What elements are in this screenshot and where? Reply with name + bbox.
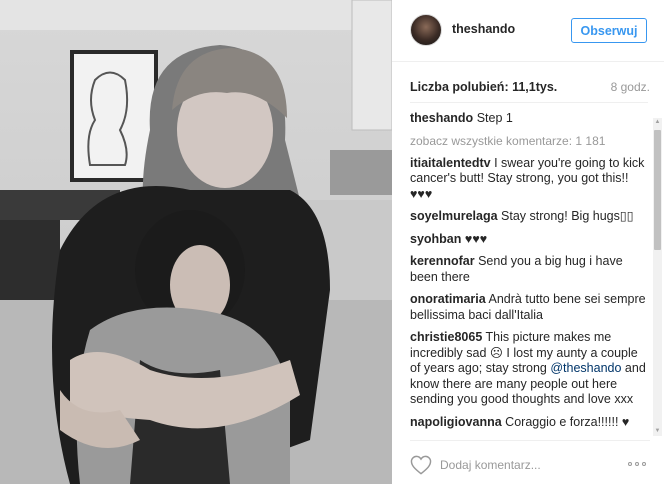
list-item: syohban ♥♥♥ <box>410 232 648 248</box>
post-photo <box>0 0 392 484</box>
scroll-down-arrow-icon[interactable]: ▼ <box>653 427 662 436</box>
dot-icon <box>635 462 639 466</box>
comment-username[interactable]: napoligiovanna <box>410 415 502 429</box>
comments-scrollbar[interactable]: ▲ ▼ <box>653 118 662 436</box>
list-item: kerennofar Send you a big hug i have bee… <box>410 254 648 285</box>
comment-username[interactable]: itiaitalentedtv <box>410 156 491 170</box>
list-item: itiaitalentedtv I swear you're going to … <box>410 156 648 203</box>
mention-link[interactable]: @theshando <box>550 361 621 375</box>
comment-username[interactable]: syohban <box>410 232 461 246</box>
comment-username[interactable]: christie8065 <box>410 330 482 344</box>
comment-username[interactable]: kerennofar <box>410 254 475 268</box>
list-item: napoligiovanna Coraggio e forza!!!!!! ♥ <box>410 415 648 431</box>
scroll-up-arrow-icon[interactable]: ▲ <box>653 118 662 127</box>
post-header: theshando Obserwuj <box>392 0 664 62</box>
comment-username[interactable]: onoratimaria <box>410 292 486 306</box>
post-details-panel: theshando Obserwuj Liczba polubień: 11,1… <box>392 0 664 484</box>
avatar[interactable] <box>410 14 442 46</box>
caption-text: Step 1 <box>476 111 513 125</box>
scrollbar-thumb[interactable] <box>654 130 661 250</box>
list-item: soyelmurelaga Stay strong! Big hugs▯▯ <box>410 209 648 225</box>
post-photo-illustration <box>0 0 392 484</box>
comment-text: Stay strong! Big hugs▯▯ <box>501 209 634 223</box>
heart-icon[interactable] <box>410 455 432 475</box>
likes-count[interactable]: Liczba polubień: 11,1tys. <box>410 80 557 94</box>
comment-text: Coraggio e forza!!!!!! ♥ <box>505 414 630 429</box>
list-item: christie8065 This picture makes me incre… <box>410 330 648 408</box>
more-options-icon[interactable] <box>628 459 650 469</box>
comment-text: ♥♥♥ <box>464 231 488 246</box>
comment-input[interactable] <box>440 455 610 475</box>
caption-username[interactable]: theshando <box>410 111 473 125</box>
dot-icon <box>628 462 632 466</box>
post-footer <box>410 440 650 484</box>
post-timestamp[interactable]: 8 godz. <box>611 80 650 94</box>
comments-list: theshando Step 1 zobacz wszystkie koment… <box>410 102 648 438</box>
comment-username[interactable]: soyelmurelaga <box>410 209 498 223</box>
likes-row: Liczba polubień: 11,1tys. 8 godz. <box>410 80 650 96</box>
dot-icon <box>642 462 646 466</box>
follow-button[interactable]: Obserwuj <box>571 18 647 43</box>
caption: theshando Step 1 <box>410 111 648 127</box>
list-item: onoratimaria Andrà tutto bene sei sempre… <box>410 292 648 323</box>
view-all-comments-link[interactable]: zobacz wszystkie komentarze: 1 181 <box>410 134 648 149</box>
author-username[interactable]: theshando <box>452 22 515 36</box>
